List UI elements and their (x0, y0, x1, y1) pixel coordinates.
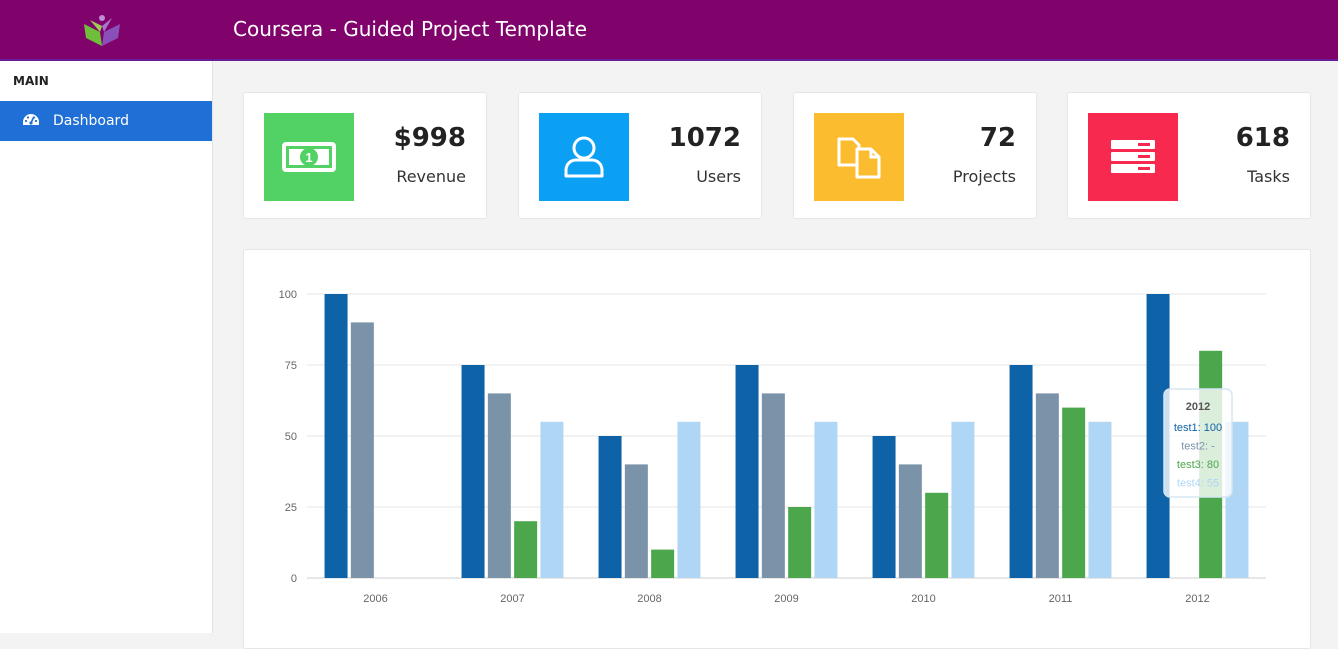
app-title: Coursera - Guided Project Template (233, 17, 588, 41)
x-tick-label: 2008 (637, 593, 661, 605)
sidebar: MAIN Dashboard (0, 61, 213, 633)
bar-test3-2007 (514, 521, 538, 578)
money-bill-icon: 1 (282, 142, 336, 172)
projects-card: 72 Projects (793, 92, 1037, 219)
y-tick-label: 25 (285, 502, 297, 514)
bar-test1-2007 (461, 365, 485, 578)
y-tick-label: 75 (285, 360, 297, 372)
bar-test2-2011 (1035, 393, 1059, 578)
tasks-label: Tasks (1247, 167, 1290, 186)
y-tick-label: 0 (291, 573, 297, 585)
y-tick-label: 50 (285, 431, 297, 443)
y-tick-label: 100 (279, 289, 297, 301)
bar-test4-2011 (1088, 421, 1112, 578)
bar-test2-2010 (898, 464, 922, 578)
revenue-value: $998 (393, 123, 466, 153)
bar-test3-2011 (1062, 407, 1086, 578)
revenue-label: Revenue (396, 167, 466, 186)
bar-test1-2011 (1009, 365, 1033, 578)
book-logo-icon[interactable] (80, 10, 124, 50)
tooltip-line: test2: - (1181, 441, 1215, 453)
bar-test4-2008 (677, 421, 701, 578)
bar-chart[interactable]: 0 25 50 75 100 2006 2007 2008 2009 2010 2011 2012 2… (244, 250, 1312, 634)
bar-test2-2007 (487, 393, 511, 578)
revenue-card: 1 $998 Revenue (243, 92, 487, 219)
tasks-value: 618 (1235, 123, 1290, 153)
tooltip-line: test4: 55 (1177, 478, 1219, 490)
tasks-icon-box (1088, 113, 1178, 201)
users-label: Users (696, 167, 741, 186)
sidebar-item-label: Dashboard (53, 113, 129, 129)
bar-test2-2008 (624, 464, 648, 578)
x-tick-label: 2012 (1185, 593, 1209, 605)
x-tick-label: 2010 (911, 593, 935, 605)
users-card: 1072 Users (518, 92, 762, 219)
dashboard-gauge-icon (23, 114, 39, 125)
svg-text:1: 1 (305, 150, 312, 165)
sidebar-item-dashboard[interactable]: Dashboard (0, 101, 212, 141)
projects-label: Projects (952, 167, 1016, 186)
copy-files-icon (837, 137, 881, 179)
x-tick-label: 2009 (774, 593, 798, 605)
bar-test1-2010 (872, 436, 896, 578)
revenue-icon-box: 1 (264, 113, 354, 201)
users-icon-box (539, 113, 629, 201)
projects-value: 72 (979, 123, 1016, 153)
bar-test2-2006 (350, 322, 374, 578)
bar-test3-2008 (651, 549, 675, 578)
tasks-card: 618 Tasks (1067, 92, 1311, 219)
users-value: 1072 (668, 123, 741, 153)
chart-panel: 0 25 50 75 100 2006 2007 2008 2009 2010 2011 2012 2… (243, 249, 1311, 649)
bar-test4-2010 (951, 421, 975, 578)
projects-icon-box (814, 113, 904, 201)
tooltip-line: test3: 80 (1177, 459, 1219, 471)
user-icon (564, 136, 604, 178)
top-navbar: Coursera - Guided Project Template (0, 0, 1338, 61)
x-tick-label: 2006 (363, 593, 387, 605)
tooltip-line: test1: 100 (1174, 422, 1222, 434)
bar-test1-2006 (324, 294, 348, 578)
bar-test3-2009 (788, 507, 812, 578)
x-tick-label: 2007 (500, 593, 524, 605)
bar-test2-2009 (761, 393, 785, 578)
tooltip-title: 2012 (1186, 401, 1210, 413)
server-stack-icon (1111, 140, 1155, 173)
x-tick-label: 2011 (1049, 593, 1073, 605)
bar-test1-2009 (735, 365, 759, 578)
bar-test1-2008 (598, 436, 622, 578)
bar-test3-2010 (925, 492, 949, 578)
bar-test4-2007 (540, 421, 564, 578)
sidebar-heading: MAIN (13, 74, 49, 88)
bar-test4-2009 (814, 421, 838, 578)
